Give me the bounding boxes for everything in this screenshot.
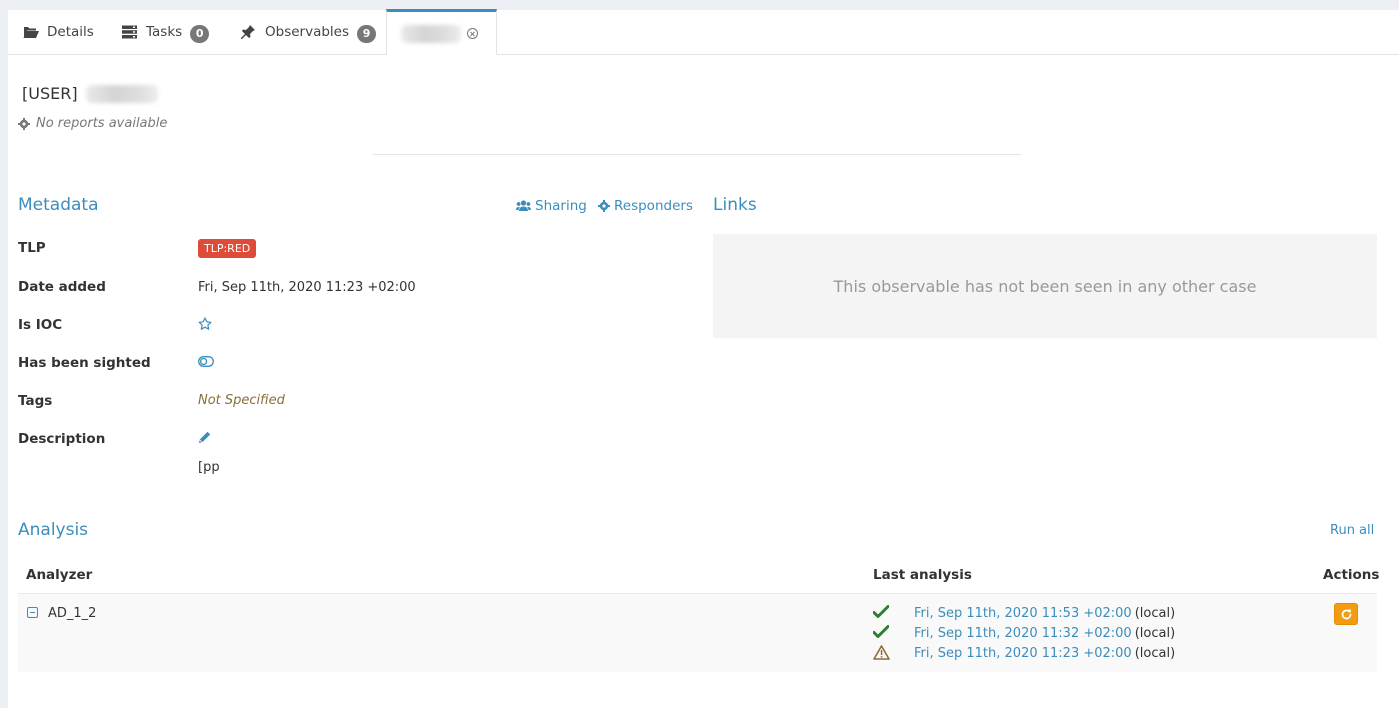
actions-column-header: Actions	[1323, 567, 1380, 583]
refresh-icon	[1341, 609, 1351, 619]
job-report-link[interactable]: Fri, Sep 11th, 2020 11:32 +02:00	[914, 626, 1132, 641]
observable-panel: Details Tasks 0 Observables 9 [USER] No …	[8, 9, 1399, 708]
has-been-sighted-label: Has been sighted	[18, 355, 151, 371]
ioc-star-toggle[interactable]	[198, 317, 212, 335]
warning-icon	[873, 645, 891, 661]
tab-observables-label: Observables	[265, 24, 350, 40]
description-label: Description	[18, 431, 106, 447]
edit-description-button[interactable]	[198, 431, 211, 448]
job-entry: Fri, Sep 11th, 2020 11:23 +02:00 (local)	[873, 645, 1175, 661]
tags-label: Tags	[18, 393, 53, 409]
collapse-icon[interactable]	[27, 607, 38, 618]
run-analyzer-button[interactable]	[1334, 603, 1358, 625]
job-source: (local)	[1134, 645, 1176, 661]
table-row: AD_1_2 Fri, Sep 11th, 2020 11:53 +02:00 …	[18, 593, 1377, 672]
responders-link[interactable]: Responders	[598, 198, 693, 214]
sighted-toggle[interactable]	[198, 356, 214, 371]
tab-details[interactable]: Details	[23, 10, 94, 54]
job-source: (local)	[1134, 605, 1176, 621]
metadata-title: Metadata	[18, 195, 99, 215]
sharing-link[interactable]: Sharing	[516, 198, 587, 214]
thumbtack-icon	[241, 25, 257, 39]
folder-open-icon	[23, 25, 39, 39]
links-empty-message: This observable has not been seen in any…	[833, 276, 1257, 296]
redacted-observable-name	[401, 24, 461, 43]
last-analysis-column-header: Last analysis	[873, 567, 972, 583]
users-icon	[516, 200, 531, 211]
pencil-icon[interactable]	[198, 431, 211, 444]
analyzer-name: AD_1_2	[48, 606, 97, 621]
links-title: Links	[713, 195, 757, 215]
observables-count-badge: 9	[357, 25, 377, 43]
no-reports-note: No reports available	[18, 116, 167, 131]
run-all-button[interactable]: Run all	[1330, 523, 1374, 538]
header-divider	[373, 154, 1021, 155]
redacted-observable-value	[85, 84, 158, 103]
description-value: [pp	[198, 460, 220, 475]
tlp-badge[interactable]: TLP:RED	[198, 239, 257, 258]
tlp-label: TLP	[18, 240, 46, 256]
job-report-link[interactable]: Fri, Sep 11th, 2020 11:53 +02:00	[914, 606, 1132, 621]
tab-observables[interactable]: Observables 9	[241, 10, 377, 54]
tab-details-label: Details	[47, 24, 94, 40]
check-icon	[872, 625, 891, 641]
links-empty-box: This observable has not been seen in any…	[713, 234, 1377, 338]
date-added-value: Fri, Sep 11th, 2020 11:23 +02:00	[198, 280, 416, 295]
job-report-link[interactable]: Fri, Sep 11th, 2020 11:23 +02:00	[914, 646, 1132, 661]
star-outline-icon[interactable]	[198, 317, 212, 331]
tags-value[interactable]: Not Specified	[198, 393, 285, 408]
gear-icon	[18, 117, 30, 130]
tab-tasks[interactable]: Tasks 0	[122, 10, 210, 54]
sharing-label: Sharing	[535, 198, 587, 214]
toggle-off-icon[interactable]	[198, 356, 214, 367]
no-reports-text: No reports available	[36, 116, 168, 131]
cog-icon	[598, 200, 610, 212]
job-source: (local)	[1134, 625, 1176, 641]
close-tab-icon[interactable]	[467, 28, 478, 39]
analysis-title: Analysis	[18, 520, 89, 540]
observable-title: [USER]	[22, 84, 158, 103]
job-entry: Fri, Sep 11th, 2020 11:53 +02:00 (local)	[872, 605, 1176, 621]
tasks-count-badge: 0	[190, 25, 210, 43]
job-entry: Fri, Sep 11th, 2020 11:32 +02:00 (local)	[872, 625, 1176, 641]
responders-label: Responders	[614, 198, 693, 214]
tab-tasks-label: Tasks	[146, 24, 183, 40]
tlp-value[interactable]: TLP:RED	[198, 239, 257, 258]
tab-current-observable[interactable]	[386, 9, 497, 55]
tasks-icon	[122, 25, 138, 39]
tab-bar: Details Tasks 0 Observables 9	[8, 9, 1399, 55]
analyzer-column-header: Analyzer	[26, 567, 93, 583]
observable-type: [USER]	[22, 84, 78, 103]
date-added-label: Date added	[18, 279, 106, 295]
check-icon	[872, 605, 891, 621]
is-ioc-label: Is IOC	[18, 317, 63, 333]
